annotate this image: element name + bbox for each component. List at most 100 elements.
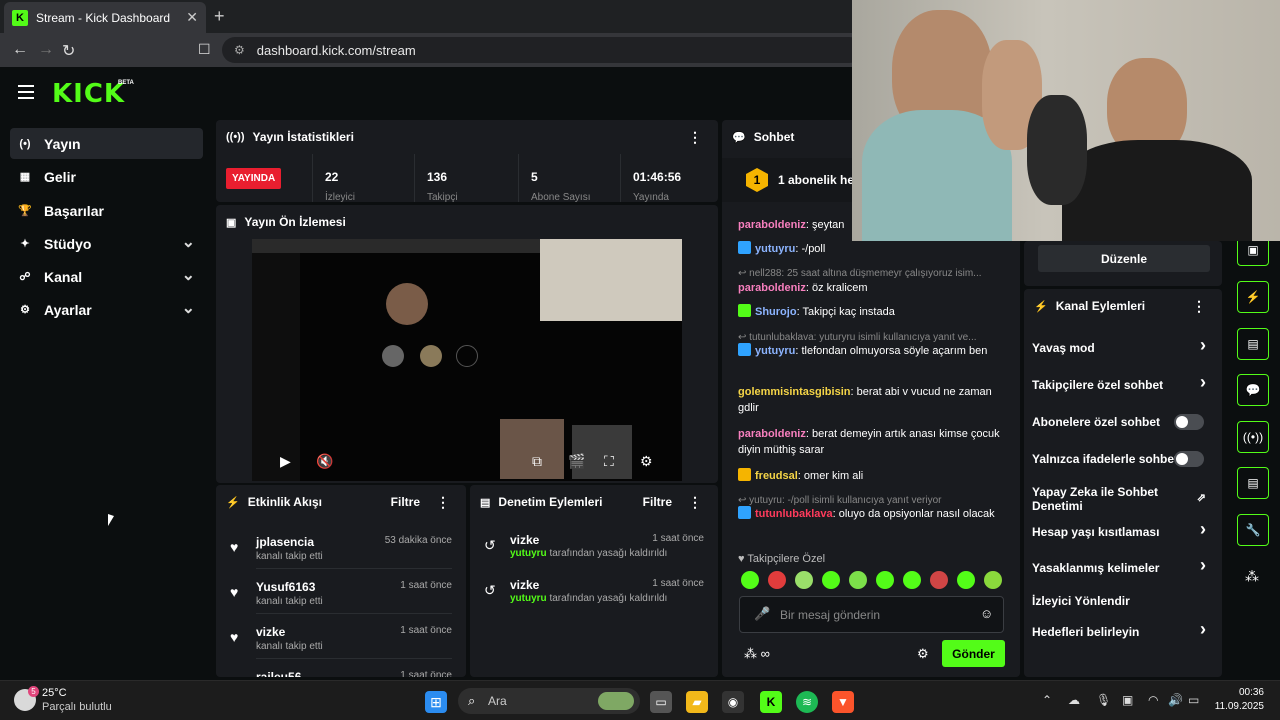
forward-icon[interactable]: → (38, 41, 54, 59)
chat-message[interactable]: tutunlubaklava: oluyo da opsiyonlar nası… (738, 506, 1008, 522)
emote-icon[interactable] (795, 571, 813, 589)
mic-icon[interactable]: 🎤 (754, 606, 770, 622)
chat-toggle-icon[interactable]: 💬 (1237, 374, 1269, 406)
community-icon[interactable]: ⁂ ∞ (744, 646, 770, 662)
kick-app-icon[interactable]: K (760, 691, 782, 713)
toggle-switch[interactable] (1174, 414, 1204, 430)
chat-settings-icon[interactable]: ⚙ (917, 646, 929, 662)
stream-info-icon[interactable]: ((•)) (1237, 421, 1269, 453)
sidebar-item[interactable]: ▦ Gelir (10, 161, 203, 192)
spotify-icon[interactable]: ≋ (796, 691, 818, 713)
tools-icon[interactable]: 🔧 (1237, 514, 1269, 546)
tray-app-icon[interactable]: ▣ (1122, 693, 1133, 707)
emote-icon[interactable] (984, 571, 1002, 589)
chat-message[interactable]: yutuyru: tlefondan olmuyorsa söyle açarı… (738, 343, 1008, 359)
channel-action-item[interactable]: Yasaklanmış kelimeler › (1032, 556, 1212, 575)
obs-icon[interactable]: ◉ (722, 691, 744, 713)
channel-action-item[interactable]: İzleyici Yönlendir (1032, 594, 1212, 608)
clock-time[interactable]: 00:36 (1216, 687, 1264, 698)
clip-icon[interactable]: 🎬 (568, 453, 585, 470)
chevron-down-icon[interactable]: ⌄ (182, 232, 195, 252)
channel-action-item[interactable]: Yavaş mod › (1032, 336, 1212, 355)
chat-username[interactable]: yutuyru (755, 345, 795, 357)
chevron-down-icon[interactable]: ⌄ (182, 265, 195, 285)
more-options-icon[interactable]: ⋮ (688, 129, 702, 146)
emote-icon[interactable] (957, 571, 975, 589)
activity-username[interactable]: raileu56 (256, 670, 301, 677)
chat-message[interactable]: paraboldeniz: öz kralicem (738, 280, 1008, 296)
channel-action-item[interactable]: Hedefleri belirleyin › (1032, 620, 1212, 639)
chat-username[interactable]: Shurojo (755, 306, 797, 318)
sidebar-item[interactable]: ☍ Kanal ⌄ (10, 261, 203, 292)
chat-username[interactable]: yutuyru (755, 243, 795, 255)
task-view-icon[interactable]: ▭ (650, 691, 672, 713)
community-rail-icon[interactable]: ⁂ (1245, 568, 1259, 585)
channel-action-item[interactable]: Yalnızca ifadelerle sohbet (1032, 451, 1212, 467)
channel-action-item[interactable]: Takipçilere özel sohbet › (1032, 373, 1212, 392)
onedrive-icon[interactable]: ☁ (1068, 693, 1080, 707)
chat-username[interactable]: paraboldeniz (738, 219, 806, 231)
settings-icon[interactable]: ⚙ (640, 453, 653, 470)
windows-start-icon[interactable]: ⊞ (425, 691, 447, 713)
chat-message[interactable]: paraboldeniz: berat demeyin artık anası … (738, 426, 1008, 458)
reload-icon[interactable]: ↻ (62, 41, 75, 61)
activity-item[interactable]: ♥ vizke kanalı takip etti 1 saat önce (216, 617, 466, 661)
toggle-switch[interactable] (1174, 451, 1204, 467)
battery-icon[interactable]: ▭ (1188, 693, 1199, 707)
activity-username[interactable]: Yusuf6163 (256, 580, 315, 594)
chat-username[interactable]: tutunlubaklava (755, 508, 833, 520)
site-info-icon[interactable]: ⚙ (234, 43, 245, 57)
wifi-icon[interactable]: ◠ (1148, 693, 1158, 707)
moderation-item[interactable]: ↺ vizke yutuyru tarafından yasağı kaldırıl… (470, 572, 718, 612)
chevron-down-icon[interactable]: ⌄ (182, 298, 195, 318)
stream-video[interactable]: ▶ 🔇 ⧉ 🎬 ⛶ ⚙ (252, 239, 682, 481)
chat-input[interactable]: 🎤 Bir mesaj gönderin ☺ (739, 596, 1004, 633)
chat-username[interactable]: golemmisintasgibisin (738, 386, 850, 398)
moderator-name[interactable]: yutuyru (510, 593, 547, 604)
send-button[interactable]: Gönder (942, 640, 1005, 667)
address-bar[interactable]: ⚙ dashboard.kick.com/stream (222, 37, 862, 63)
pip-icon[interactable]: ⧉ (532, 453, 542, 470)
kick-logo[interactable]: KICK (52, 79, 125, 109)
volume-icon[interactable]: 🔊 (1168, 693, 1183, 707)
chat-username[interactable]: paraboldeniz (738, 428, 806, 440)
sidebar-item[interactable]: 🏆 Başarılar (10, 195, 203, 226)
emote-icon[interactable] (768, 571, 786, 589)
taskbar-search[interactable]: ⌕ Ara (458, 688, 640, 714)
notes-icon[interactable]: ▤ (1237, 328, 1269, 360)
back-icon[interactable]: ← (12, 41, 28, 59)
bookmark-icon[interactable]: ☐ (198, 41, 211, 58)
hamburger-menu-icon[interactable] (18, 85, 34, 99)
chat-message[interactable]: golemmisintasgibisin: berat abi v vucud … (738, 384, 1008, 416)
activity-item[interactable]: ♥ Yusuf6163 kanalı takip etti 1 saat önce (216, 572, 466, 616)
emote-icon[interactable] (822, 571, 840, 589)
tray-overflow-icon[interactable]: ⌃ (1042, 693, 1052, 707)
emoji-icon[interactable]: ☺ (980, 606, 993, 621)
activity-item[interactable]: ♥ jplasencia kanalı takip etti 53 dakika ön… (216, 527, 466, 571)
activity-username[interactable]: jplasencia (256, 535, 314, 549)
emote-icon[interactable] (876, 571, 894, 589)
sidebar-item[interactable]: ✦ Stüdyo ⌄ (10, 228, 203, 259)
emote-icon[interactable] (930, 571, 948, 589)
fullscreen-icon[interactable]: ⛶ (604, 453, 614, 470)
moderation-filter-button[interactable]: Filtre (643, 495, 672, 509)
channel-action-item[interactable]: Hesap yaşı kısıtlaması › (1032, 520, 1212, 539)
clock-date[interactable]: 11.09.2025 (1206, 701, 1264, 712)
chat-message[interactable]: yutuyru: -/poll (738, 241, 1008, 257)
emote-icon[interactable] (741, 571, 759, 589)
brave-browser-icon[interactable]: ▼ (832, 691, 854, 713)
more-options-icon[interactable]: ⋮ (688, 494, 702, 511)
emote-icon[interactable] (849, 571, 867, 589)
more-options-icon[interactable]: ⋮ (1192, 298, 1206, 315)
chat-username[interactable]: paraboldeniz (738, 282, 806, 294)
mute-icon[interactable]: 🔇 (316, 453, 333, 470)
activity-item[interactable]: ♥ raileu56 1 saat önce (216, 662, 466, 677)
emote-icon[interactable] (903, 571, 921, 589)
play-icon[interactable]: ▶ (280, 453, 291, 470)
chat-message[interactable]: freudsal: omer kim ali (738, 468, 1008, 484)
activity-username[interactable]: vizke (256, 625, 285, 639)
close-tab-icon[interactable]: ✕ (186, 9, 198, 26)
browser-tab[interactable]: K Stream - Kick Dashboard ✕ (4, 2, 206, 33)
sidebar-item[interactable]: ⚙ Ayarlar ⌄ (10, 294, 203, 325)
channel-action-item[interactable]: Yapay Zeka ile Sohbet Denetimi ⇗ (1032, 485, 1212, 513)
